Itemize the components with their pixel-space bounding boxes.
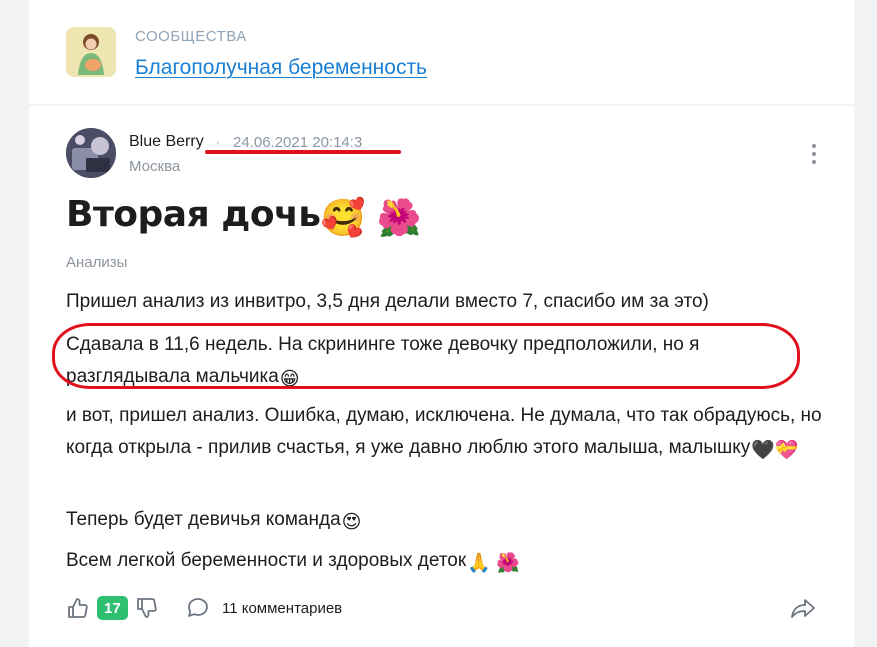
paragraph-emojis: 🖤💝 <box>751 440 799 461</box>
community-avatar[interactable] <box>66 27 116 77</box>
post-date: 24.06.2021 20:14:3 <box>233 134 363 151</box>
thumb-up-icon[interactable] <box>66 593 92 623</box>
post-paragraph: Теперь будет девичья команда😍 <box>66 504 826 539</box>
more-vertical-icon[interactable] <box>807 144 821 168</box>
title-emojis: 🥰 🌺 <box>320 198 422 239</box>
post-paragraph: Пришел анализ из инвитро, 3,5 дня делали… <box>66 286 826 318</box>
post-title: Вторая дочь🥰 🌺 <box>66 194 422 239</box>
annotation-underline <box>205 150 401 154</box>
share-arrow-icon[interactable] <box>789 593 819 623</box>
thumb-down-icon[interactable] <box>135 593 161 623</box>
paragraph-emojis: 🙏 🌺 <box>467 553 520 574</box>
avatar[interactable] <box>66 128 116 178</box>
paragraph-emojis: 😍 <box>341 512 362 533</box>
post-paragraph: и вот, пришел анализ. Ошибка, думаю, иск… <box>66 400 826 467</box>
post-title-text: Вторая дочь <box>66 194 321 235</box>
comment-bubble-icon[interactable] <box>186 593 212 623</box>
post-tag[interactable]: Анализы <box>66 254 127 271</box>
like-count-badge: 17 <box>97 596 128 620</box>
community-section-label: СООБЩЕСТВА <box>135 28 247 45</box>
author-city: Москва <box>129 158 181 175</box>
comments-link[interactable]: 11 комментариев <box>222 593 342 623</box>
community-link[interactable]: Благополучная беременность <box>135 56 427 80</box>
paragraph-text: и вот, пришел анализ. Ошибка, думаю, иск… <box>66 405 822 458</box>
post-paragraph: Всем легкой беременности и здоровых дето… <box>66 545 826 580</box>
paragraph-text: Пришел анализ из инвитро, 3,5 дня делали… <box>66 291 709 312</box>
annotation-oval <box>52 323 800 389</box>
author-name[interactable]: Blue Berry <box>129 133 204 151</box>
paragraph-text: Всем легкой беременности и здоровых дето… <box>66 550 467 571</box>
paragraph-text: Теперь будет девичья команда <box>66 509 341 530</box>
community-header: СООБЩЕСТВА Благополучная беременность <box>29 0 854 104</box>
post-card: Blue Berry · 24.06.2021 20:14:3 Москва В… <box>29 106 854 647</box>
